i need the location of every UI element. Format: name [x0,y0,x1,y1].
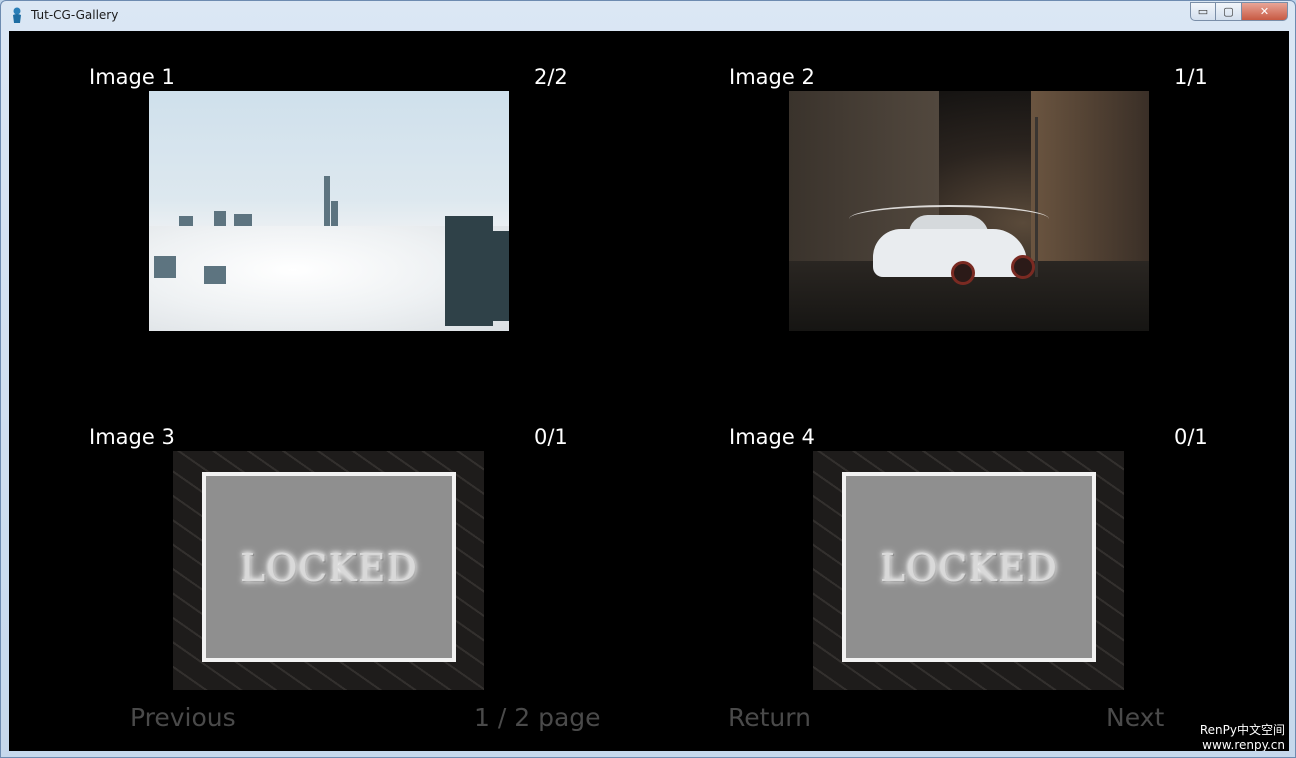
gallery-item-4-label: Image 4 [729,425,815,449]
gallery-item-1-thumbnail[interactable] [149,91,509,331]
gallery-item-4-thumbnail[interactable]: LOCKED [813,451,1124,690]
gallery-item-2-count: 1/1 [1174,65,1208,89]
window-title: Tut-CG-Gallery [31,8,119,22]
car-wheel [951,261,975,285]
tower-cluster [493,231,509,321]
gallery-item-3-label: Image 3 [89,425,175,449]
locked-text: LOCKED [879,546,1059,590]
next-button[interactable]: Next [1106,703,1164,732]
gallery-item-2-thumbnail[interactable] [789,91,1149,331]
watermark-line-2: www.renpy.cn [1202,738,1285,751]
locked-overlay: LOCKED [202,472,456,662]
renpy-app-icon [13,7,21,23]
skyscraper [324,176,330,231]
restore-icon: ▢ [1223,5,1234,18]
gallery-item-2-label: Image 2 [729,65,815,89]
locked-overlay: LOCKED [842,472,1096,662]
gallery-item-4-count: 0/1 [1174,425,1208,449]
gallery-item-3-count: 0/1 [534,425,568,449]
lamp-post [1035,117,1038,277]
gallery-item-1-label: Image 1 [89,65,175,89]
return-button[interactable]: Return [728,703,811,732]
locked-text: LOCKED [239,546,419,590]
title-bar[interactable]: Tut-CG-Gallery ▭ ▢ ✕ [1,1,1295,31]
close-icon: ✕ [1259,5,1270,18]
watermark-line-1: RenPy中文空间 [1199,723,1285,737]
restore-button[interactable]: ▢ [1216,2,1242,21]
gallery-item-1-count: 2/2 [534,65,568,89]
car-wheel [1011,255,1035,279]
gallery-screen: Image 1 2/2 Image 2 1/1 Image 3 0/1 LOCK… [9,31,1289,751]
page-indicator: 1 / 2 page [474,703,601,732]
building-wall [1031,91,1149,271]
car-body [873,229,1027,277]
building [204,266,226,284]
previous-button[interactable]: Previous [130,703,236,732]
building [154,256,176,278]
minimize-icon: ▭ [1197,5,1209,18]
tower-cluster [445,216,493,326]
gallery-item-3-thumbnail[interactable]: LOCKED [173,451,484,690]
app-window: Tut-CG-Gallery ▭ ▢ ✕ Image 1 2/2 Image 2… [0,0,1296,758]
minimize-button[interactable]: ▭ [1190,2,1216,21]
close-button[interactable]: ✕ [1242,2,1288,21]
window-controls: ▭ ▢ ✕ [1190,2,1288,21]
